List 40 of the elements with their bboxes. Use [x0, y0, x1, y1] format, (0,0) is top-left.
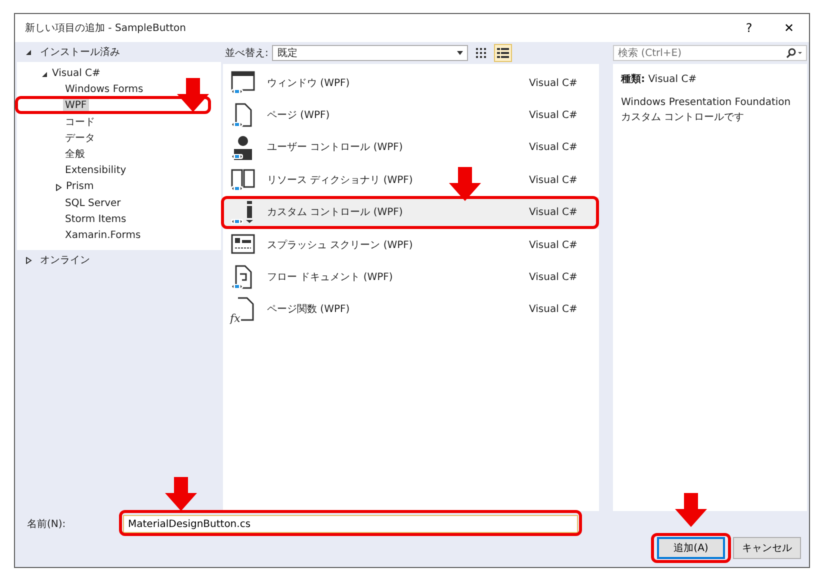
language-label: Visual C# — [529, 141, 578, 156]
name-label: 名前(N): — [27, 518, 67, 532]
template-item[interactable]: フロー ドキュメント (WPF) Visual C# — [223, 261, 599, 294]
language-label: Visual C# — [529, 206, 578, 220]
tree-item[interactable]: Windows Forms — [63, 83, 146, 98]
sort-dropdown[interactable]: 既定 — [272, 45, 468, 61]
template-item[interactable]: ウィンドウ (WPF) Visual C# — [223, 67, 599, 100]
template-item[interactable]: ページ (WPF) Visual C# — [223, 99, 599, 132]
type-label: 種類: — [621, 74, 645, 85]
language-label: Visual C# — [529, 271, 578, 286]
tree-item[interactable]: データ — [63, 132, 97, 146]
search-field[interactable]: 検索 (Ctrl+E) — [613, 45, 807, 61]
cancel-button[interactable]: キャンセル — [733, 537, 801, 559]
section-header[interactable]: インストール済み — [40, 44, 120, 60]
tree-item[interactable]: コード — [63, 116, 97, 130]
section-header[interactable]: オンライン — [40, 252, 90, 268]
language-label: Visual C# — [529, 109, 578, 124]
tree-item[interactable]: Visual C# — [50, 67, 102, 82]
sort-label: 並べ替え: — [225, 46, 268, 60]
language-label: Visual C# — [529, 238, 578, 253]
template-item[interactable]: ユーザー コントロール (WPF) Visual C# — [223, 132, 599, 164]
language-label: Visual C# — [529, 76, 578, 91]
description-text: Windows Presentation Foundation カスタム コントロールです — [621, 96, 792, 125]
tree-item[interactable]: Extensibility — [63, 164, 128, 178]
type-value: Visual C# — [648, 74, 697, 85]
tree-item[interactable]: 全般 — [63, 148, 87, 162]
tree-item[interactable]: SQL Server — [63, 196, 123, 211]
close-button[interactable]: ✕ — [769, 19, 809, 37]
template-item[interactable]: リソース ディクショナリ (WPF) Visual C# — [223, 164, 599, 197]
template-item[interactable]: スプラッシュ スクリーン (WPF) Visual C# — [223, 228, 599, 262]
add-button[interactable]: 追加(A) — [657, 537, 725, 559]
language-label: Visual C# — [529, 174, 578, 188]
window-title: 新しい項目の追加 - SampleButton — [25, 22, 187, 36]
tree-item[interactable]: Storm Items — [63, 212, 128, 227]
name-field[interactable]: MaterialDesignButton.cs — [123, 515, 578, 533]
language-label: Visual C# — [529, 303, 578, 318]
help-button[interactable]: ? — [729, 19, 769, 37]
tree-item[interactable]: Prism — [64, 180, 96, 194]
template-item[interactable]: fx ページ関数 (WPF) Visual C# — [223, 294, 599, 326]
tree-item[interactable]: Xamarin.Forms — [63, 228, 143, 243]
